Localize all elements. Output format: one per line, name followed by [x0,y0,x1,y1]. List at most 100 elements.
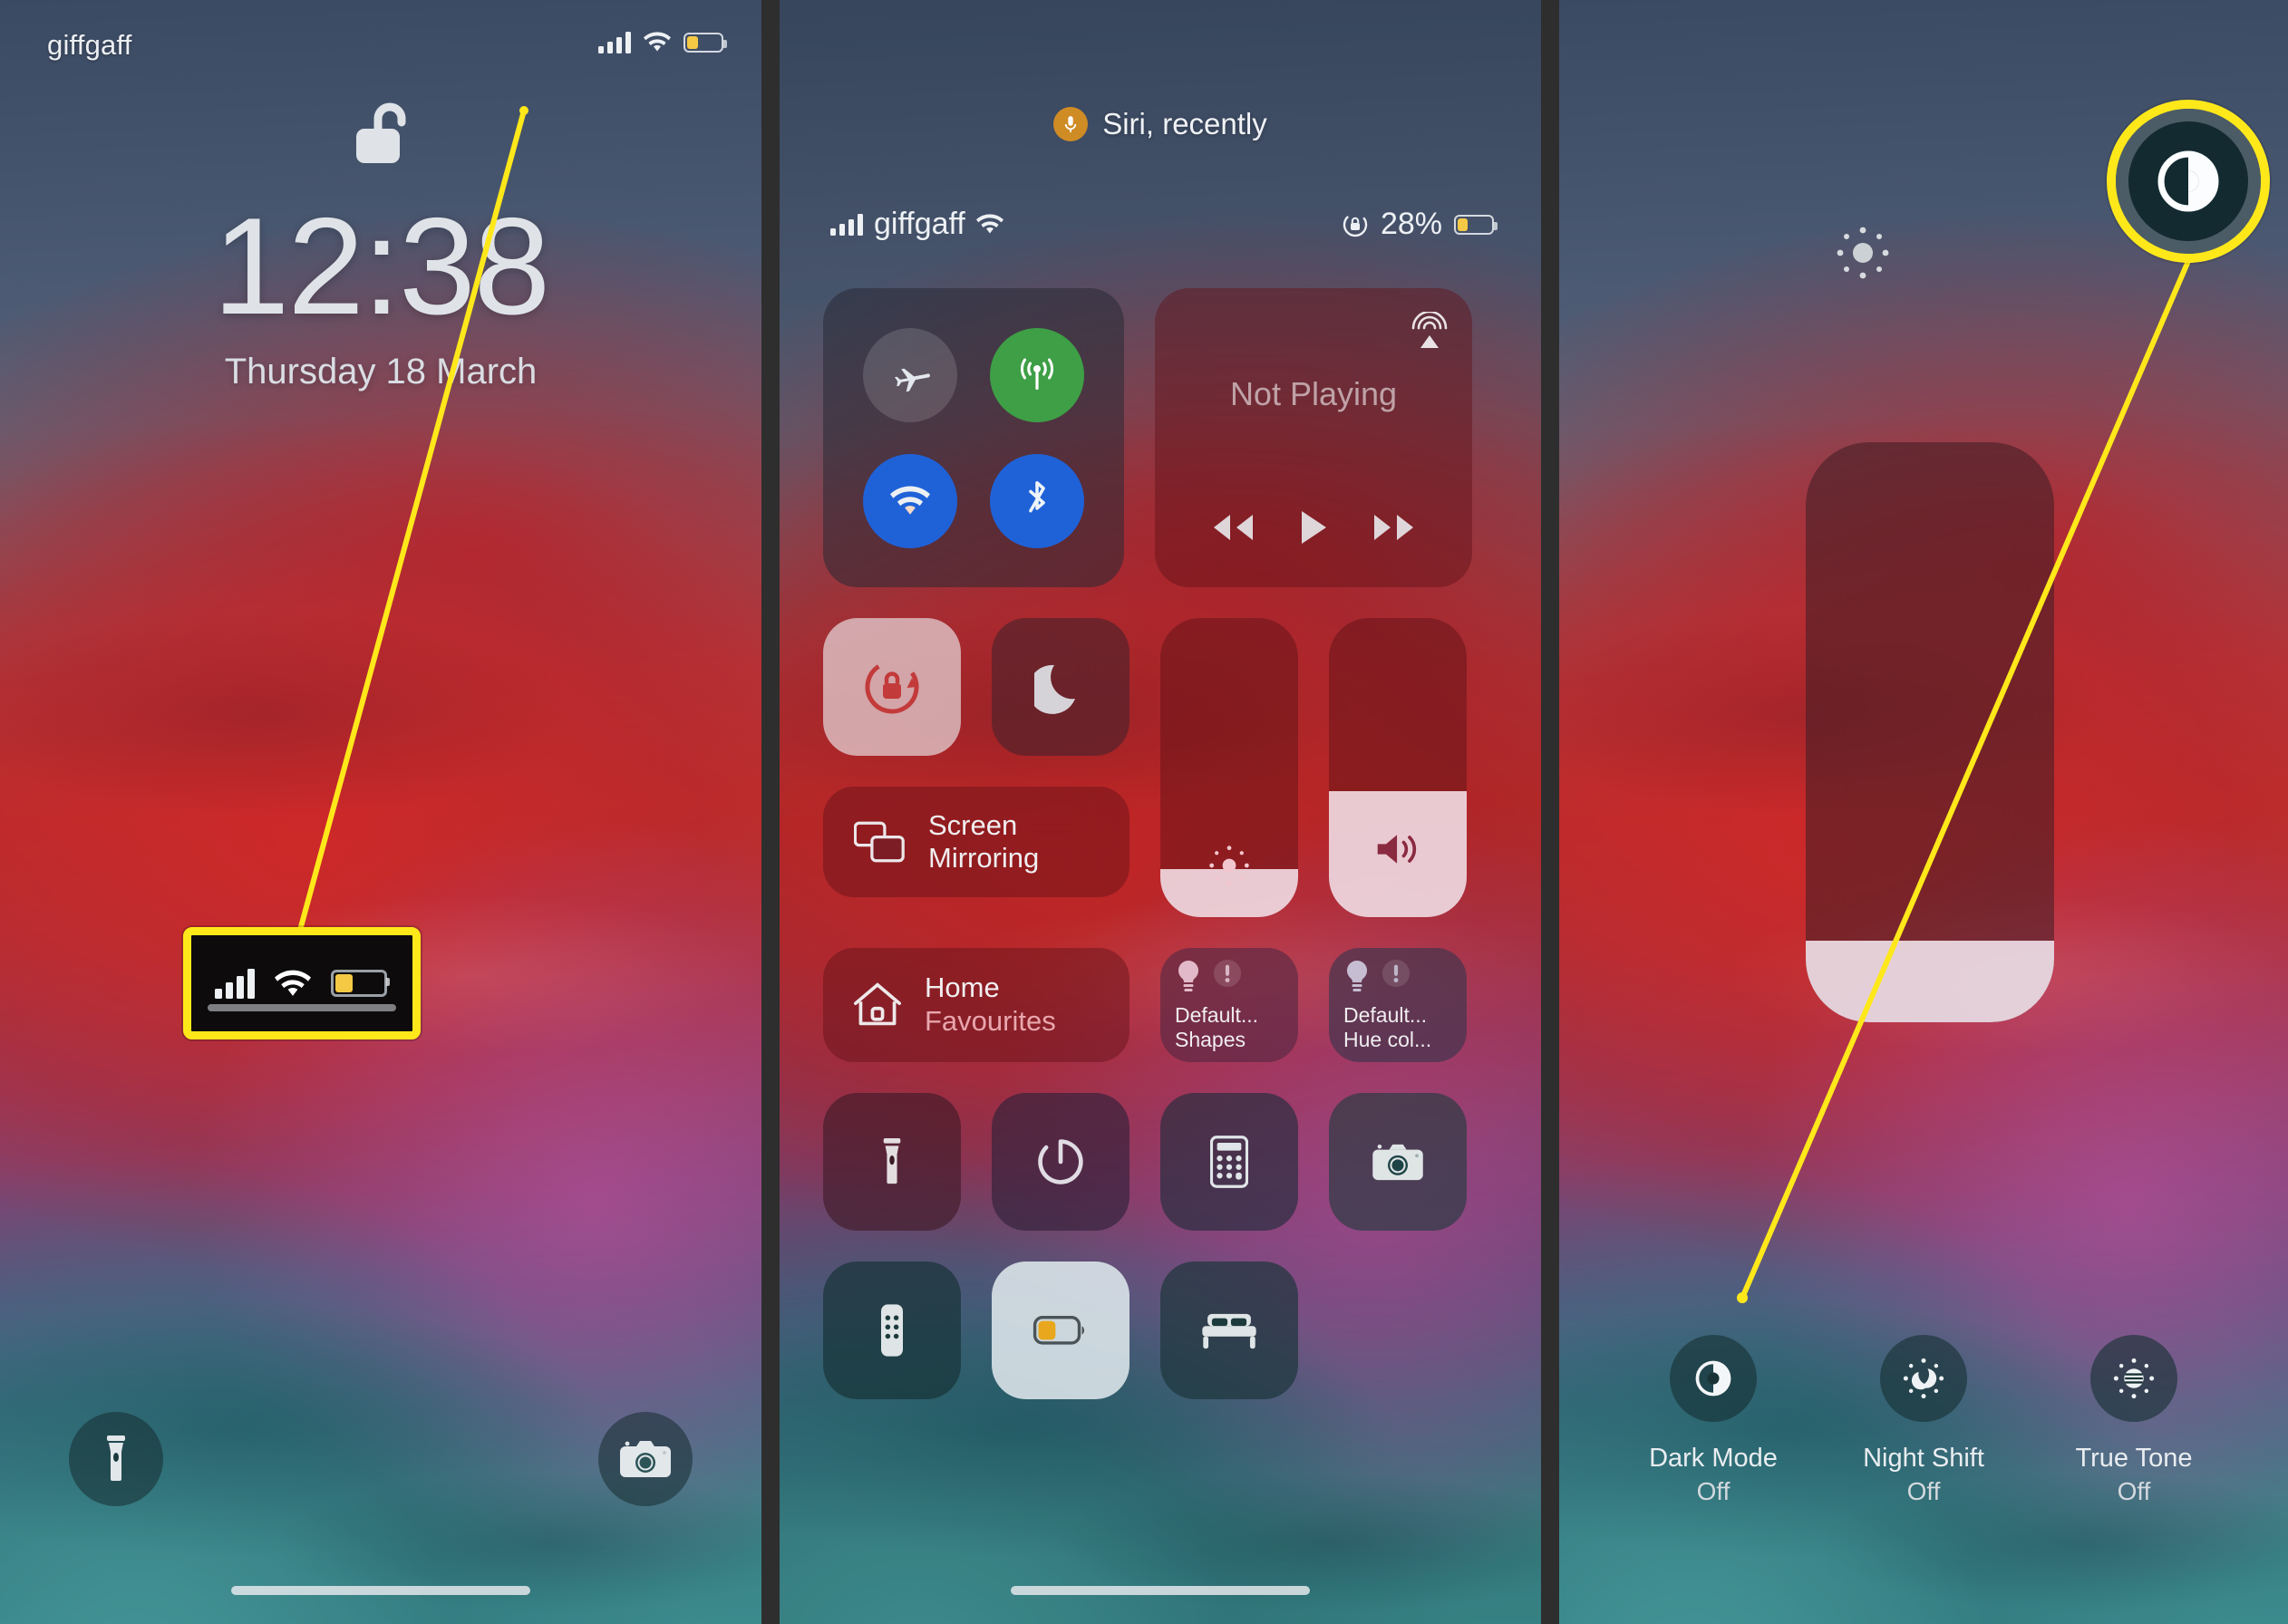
home-indicator[interactable] [231,1586,530,1595]
true-tone-button[interactable]: True Tone Off [2043,1335,2225,1508]
rewind-icon[interactable] [1207,513,1256,542]
camera-icon [620,1439,671,1479]
wifi-button[interactable] [863,453,957,548]
rotation-lock-icon [859,654,925,720]
calculator-shortcut[interactable] [1160,1093,1298,1231]
screen-mirroring-label: Screen Mirroring [928,809,1040,874]
carrier-label: giffgaff [47,29,132,61]
camera-button[interactable] [598,1412,693,1506]
dark-mode-label: Dark Mode [1649,1444,1778,1474]
bed-icon [1200,1310,1258,1350]
control-center-status-bar: giffgaff 28% [780,207,1541,248]
low-power-battery-icon [1033,1316,1089,1345]
light-accessory-shapes[interactable]: Default... Shapes [1160,948,1298,1062]
flashlight-button[interactable] [69,1412,163,1506]
volume-icon [1329,830,1467,868]
bluetooth-button[interactable] [990,453,1084,548]
low-power-battery-icon [1454,214,1498,235]
home-indicator[interactable] [1011,1586,1310,1595]
wifi-icon [644,32,671,53]
sleep-shortcut[interactable] [1160,1262,1298,1399]
timer-icon [1035,1136,1086,1187]
dark-mode-zoom-callout [2107,100,2270,263]
brightness-icon [1160,845,1298,886]
brightness-slider[interactable] [1160,618,1298,917]
status-bar [598,31,727,53]
carrier-label: giffgaff [874,207,965,241]
airplane-icon [889,354,931,396]
calculator-icon [1210,1136,1248,1188]
signal-bars-icon [830,213,863,236]
flashlight-shortcut[interactable] [823,1093,961,1231]
signal-bars-icon [598,31,631,53]
home-favourites-button[interactable]: Home Favourites [823,948,1129,1062]
camera-shortcut[interactable] [1329,1093,1467,1231]
media-player-tile: Not Playing [1155,288,1472,587]
cellular-data-button[interactable] [990,327,1084,422]
panel-divider-2 [1541,0,1559,1624]
do-not-disturb-button[interactable] [992,618,1129,756]
low-power-battery-icon [683,32,727,53]
connectivity-tile [823,288,1124,587]
signal-bars-icon [215,968,255,999]
camera-icon [1372,1142,1423,1182]
fastforward-icon[interactable] [1371,513,1420,542]
airplay-icon[interactable] [1411,312,1449,352]
wifi-icon [275,970,311,998]
flashlight-icon [880,1137,904,1186]
bluetooth-icon [1023,479,1051,523]
remote-icon [881,1303,903,1358]
screen-mirroring-button[interactable]: Screen Mirroring [823,787,1129,897]
light-accessory-label: Default... Shapes [1175,1002,1259,1052]
apple-tv-remote-shortcut[interactable] [823,1262,961,1399]
rotation-lock-button[interactable] [823,618,961,756]
night-shift-label: Night Shift [1863,1444,1984,1474]
tutorial-screenshot: giffgaff 12:38 Thursday 18 March Siri, r… [0,0,2288,1624]
expanded-brightness-slider[interactable] [1806,442,2054,1022]
low-power-mode-shortcut[interactable] [992,1262,1129,1399]
unlock-icon [351,100,411,167]
siri-label: Siri, recently [1102,107,1267,140]
lock-screen-panel: giffgaff 12:38 Thursday 18 March [0,0,761,1624]
dark-mode-icon [1670,1335,1757,1423]
display-controls-panel: Dark Mode Off Night Shift Off True Tone … [1559,0,2288,1624]
lightbulb-icon [1343,959,1371,997]
alert-icon [1382,959,1411,988]
light-accessory-hue[interactable]: Default... Hue col... [1329,948,1467,1062]
timer-shortcut[interactable] [992,1093,1129,1231]
wifi-icon [975,214,1003,235]
wifi-icon [890,486,930,517]
home-favourites-label: Home Favourites [925,972,1056,1037]
true-tone-label: True Tone [2075,1444,2193,1474]
home-icon [852,981,903,1029]
night-shift-value: Off [1906,1476,1941,1505]
light-accessory-label: Default... Hue col... [1343,1002,1432,1052]
dark-mode-button[interactable]: Dark Mode Off [1623,1335,1804,1508]
alert-icon [1213,959,1242,988]
night-shift-button[interactable]: Night Shift Off [1833,1335,2014,1508]
brightness-icon [1835,225,1891,281]
control-center-panel: Siri, recently giffgaff 28% Not Playing … [780,0,1541,1624]
lock-screen-time: 12:38 [212,189,550,343]
airplane-mode-button[interactable] [863,327,957,422]
cellular-icon [1015,353,1059,397]
battery-percent-label: 28% [1380,207,1442,241]
control-center-grid: Not Playing Screen Mirroring Home Favour… [823,288,1498,1399]
dark-mode-value: Off [1696,1476,1731,1505]
siri-suggestion[interactable]: Siri, recently [780,107,1541,141]
screen-mirroring-icon [854,820,905,864]
low-power-battery-icon [331,970,390,997]
lock-screen-date: Thursday 18 March [224,352,538,392]
panel-divider-1 [761,0,780,1624]
status-bar-zoom-callout [183,927,421,1039]
display-options-row: Dark Mode Off Night Shift Off True Tone … [1559,1335,2288,1508]
moon-icon [1034,659,1087,715]
media-title: Not Playing [1229,375,1398,412]
rotation-lock-icon [1342,211,1369,238]
play-icon[interactable] [1299,509,1328,546]
true-tone-icon [2090,1335,2177,1423]
volume-slider[interactable] [1329,618,1467,917]
night-shift-icon [1880,1335,1967,1423]
flashlight-icon [103,1436,129,1483]
lightbulb-icon [1175,959,1202,997]
